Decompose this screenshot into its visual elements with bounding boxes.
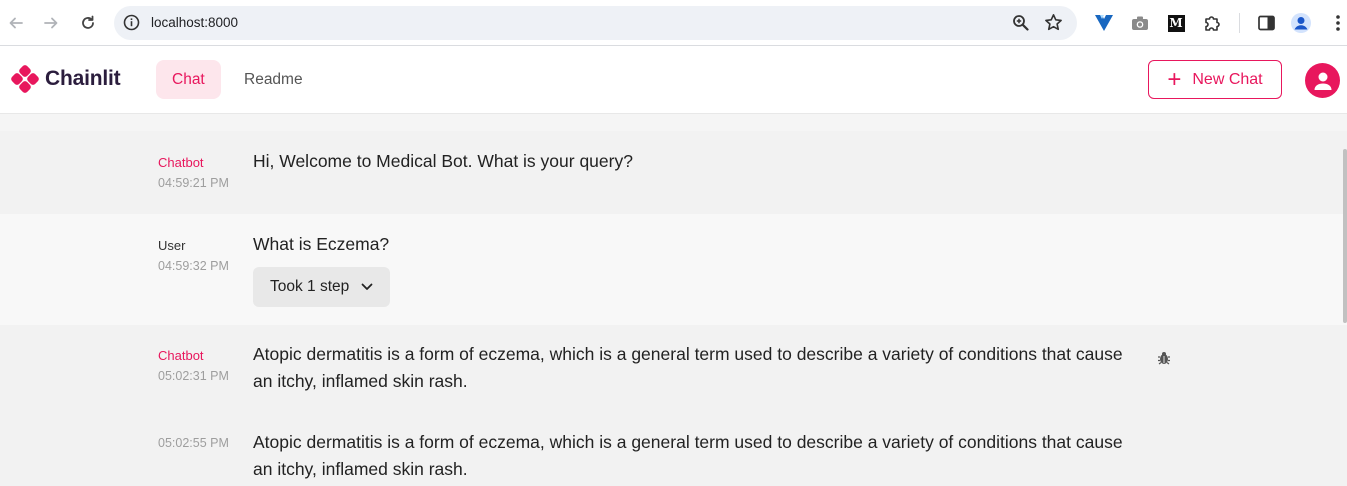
message-content: Atopic dermatitis is a form of eczema, w…	[253, 344, 1123, 391]
message-author: Chatbot	[158, 348, 204, 363]
scrollbar[interactable]	[1343, 149, 1347, 323]
profile-icon[interactable]	[1290, 12, 1312, 34]
medium-extension-icon[interactable]: M	[1165, 12, 1187, 34]
plus-icon: +	[1167, 65, 1182, 93]
extensions-puzzle-icon[interactable]	[1201, 12, 1223, 34]
user-avatar-icon[interactable]	[1305, 63, 1340, 98]
message-content: What is Eczema?	[253, 234, 390, 254]
message-row: User 04:59:32 PM What is Eczema? Took 1 …	[0, 214, 1347, 325]
steps-toggle-label: Took 1 step	[270, 278, 350, 295]
message-content: Hi, Welcome to Medical Bot. What is your…	[253, 151, 633, 171]
bookmark-star-icon[interactable]	[1044, 13, 1063, 37]
message-author: User	[158, 238, 186, 253]
message-content: Atopic dermatitis is a form of eczema, w…	[253, 432, 1123, 479]
forward-icon[interactable]	[39, 11, 63, 35]
medium-extension-label: M	[1167, 14, 1185, 32]
side-panel-icon[interactable]	[1255, 12, 1277, 34]
message-row: Chatbot 04:59:21 PM Hi, Welcome to Medic…	[0, 131, 1347, 214]
url-text[interactable]: localhost:8000	[151, 15, 238, 30]
message-group: Chatbot 05:02:31 PM Atopic dermatitis is…	[0, 325, 1347, 486]
steps-toggle-button[interactable]: Took 1 step	[253, 267, 391, 307]
tab-readme[interactable]: Readme	[228, 60, 319, 99]
back-icon[interactable]	[4, 11, 28, 35]
app-header: Chainlit Chat Readme + New Chat	[0, 46, 1347, 114]
debug-bug-icon[interactable]	[1157, 351, 1171, 370]
site-info-icon[interactable]	[123, 14, 140, 36]
chainlit-logo-icon	[11, 65, 39, 93]
browser-toolbar: localhost:8000 M	[0, 0, 1347, 46]
new-chat-button[interactable]: + New Chat	[1148, 60, 1282, 99]
chainlit-logo[interactable]: Chainlit	[11, 65, 121, 93]
tab-chat[interactable]: Chat	[156, 60, 221, 99]
camera-extension-icon[interactable]	[1129, 12, 1151, 34]
message-time: 04:59:32 PM	[158, 259, 229, 273]
chevron-down-icon	[361, 283, 373, 291]
message-author: Chatbot	[158, 155, 204, 170]
message-time: 04:59:21 PM	[158, 176, 229, 190]
brand-name: Chainlit	[45, 67, 121, 90]
address-bar[interactable]: localhost:8000	[114, 6, 1077, 40]
message-time: 05:02:55 PM	[158, 436, 229, 450]
reload-icon[interactable]	[76, 11, 100, 35]
zoom-icon[interactable]	[1012, 14, 1029, 36]
message-time: 05:02:31 PM	[158, 369, 229, 383]
toolbar-separator	[1239, 13, 1240, 33]
message-list: Chatbot 04:59:21 PM Hi, Welcome to Medic…	[0, 131, 1347, 486]
new-chat-label: New Chat	[1192, 70, 1263, 88]
menu-kebab-icon[interactable]	[1327, 12, 1347, 34]
vuetify-extension-icon[interactable]	[1093, 12, 1115, 34]
